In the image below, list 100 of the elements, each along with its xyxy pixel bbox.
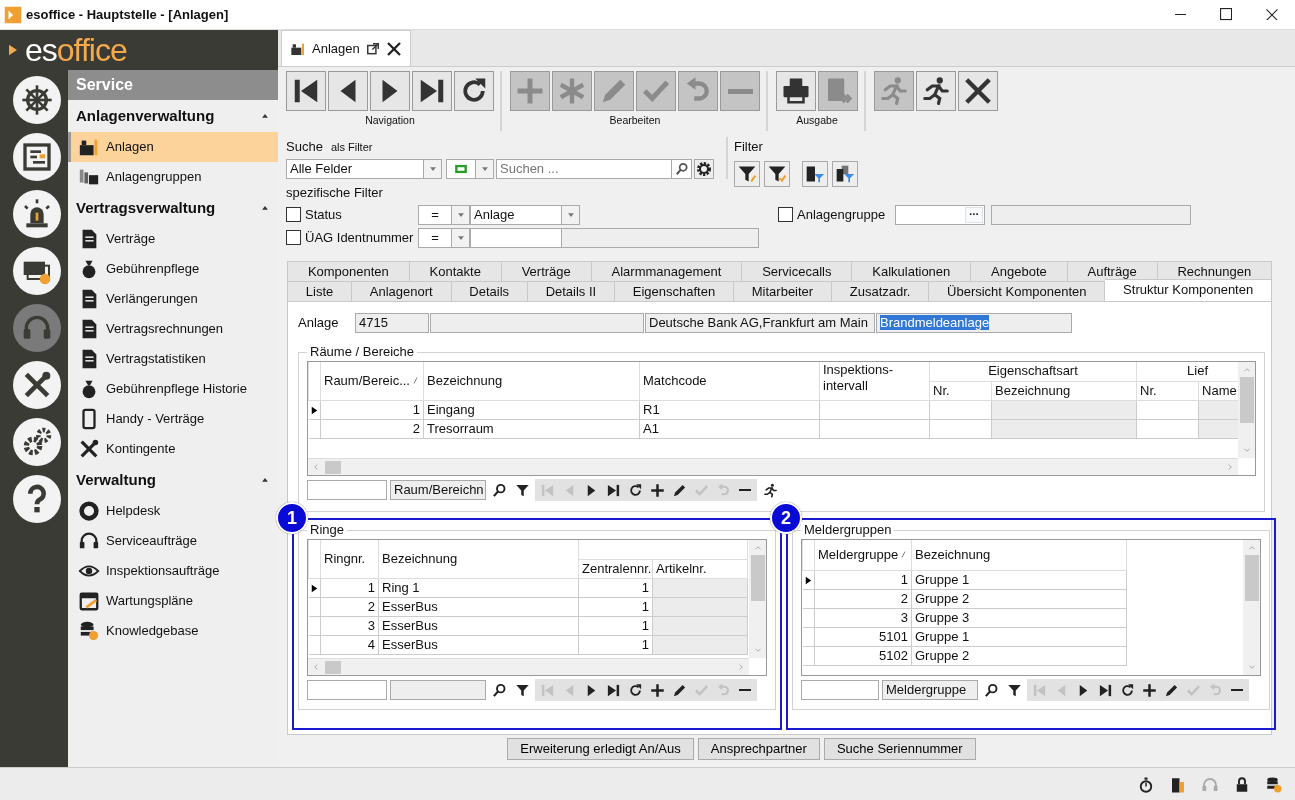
sidebar-item[interactable]: Helpdesk [68,496,278,526]
print-button[interactable] [776,71,816,111]
sidebar-item[interactable]: Vertragstatistiken [68,344,278,374]
building-icon[interactable] [1169,776,1187,794]
field-select[interactable]: Meldergruppe [882,680,978,700]
building-filter-button[interactable] [802,160,828,187]
checkbox[interactable] [286,230,301,245]
rail-button[interactable] [12,247,61,295]
column-header[interactable]: Zentralennr. [578,559,653,578]
column-header[interactable]: Bezeichnung [378,540,579,578]
rail-button[interactable] [12,76,61,124]
vertical-scrollbar[interactable] [749,540,766,658]
tab[interactable]: Struktur Komponenten [1105,279,1272,301]
last-record-button[interactable] [412,71,452,111]
sidebar-item[interactable]: Inspektionsaufträge [68,556,278,586]
scrollbar-thumb[interactable] [325,660,341,674]
tab[interactable]: Anlagenort [352,281,452,301]
search-field[interactable]: Suchen ... [496,158,672,179]
checkbox[interactable] [778,207,793,222]
value-field[interactable] [470,227,562,248]
tab[interactable]: Aufträge [1067,261,1158,281]
search-field[interactable] [307,480,387,500]
rail-button[interactable] [12,190,61,238]
column-header[interactable]: Inspektions-intervall [819,362,930,400]
tab[interactable]: Angebote [971,261,1068,281]
popout-icon[interactable] [365,41,380,56]
tab[interactable]: Übersicht Komponenten [929,281,1106,301]
value-field[interactable] [561,227,759,248]
edit-filter-button[interactable] [734,160,760,187]
rail-button[interactable] [12,475,61,523]
vertical-scrollbar[interactable] [1243,540,1260,675]
tab[interactable]: Eigenschaften [615,281,734,301]
column-header[interactable]: Nr. [929,381,992,400]
field-select[interactable]: Raum/Bereichn [390,480,486,500]
value-select[interactable]: Anlage [470,204,562,225]
scrollbar-thumb[interactable] [325,460,341,474]
sidebar-item[interactable]: Verlängerungen [68,284,278,314]
tab[interactable]: Mitarbeiter [734,281,832,301]
column-header[interactable]: Ringnr. [320,540,379,578]
action-button[interactable]: Suche Seriennummer [823,738,976,760]
sidebar-item[interactable]: Vertragsrechnungen [68,314,278,344]
previous-record-button[interactable] [328,71,368,111]
tab[interactable]: Komponenten [287,261,410,281]
apply-filter-button[interactable] [764,160,790,187]
column-header[interactable]: Matchcode [639,362,820,400]
sidebar-item[interactable]: Kontingente [68,434,278,464]
sidebar-item[interactable]: Serviceaufträge [68,526,278,556]
horizontal-scrollbar[interactable] [308,458,1238,475]
tab[interactable]: Kontakte [409,261,502,281]
sidebar-item[interactable]: Gebührenpflege [68,254,278,284]
action-button[interactable]: Erweiterung erledigt An/Aus [507,738,694,760]
horizontal-scrollbar[interactable] [308,658,749,675]
sidebar-item[interactable]: Anlagengruppen [68,162,278,192]
scrollbar-thumb[interactable] [1239,377,1254,423]
tab[interactable]: Kalkulationen [852,261,972,281]
stopwatch-icon[interactable] [1137,776,1155,794]
sidebar-item[interactable]: Anlagen [68,132,278,162]
sidebar-item[interactable]: Knowledgebase [68,616,278,646]
tab[interactable]: Details II [527,281,615,301]
field-select[interactable]: Alle Felder [286,158,424,179]
rail-button[interactable] [12,133,61,181]
operator-select[interactable]: = [418,227,452,248]
sidebar-item[interactable]: Verträge [68,224,278,254]
next-record-button[interactable] [370,71,410,111]
checkbox[interactable] [286,207,301,222]
format-select[interactable] [446,158,476,179]
tab[interactable]: Alarmmanagement [591,261,743,281]
tab[interactable]: Verträge [501,261,592,281]
refresh-button[interactable] [454,71,494,111]
column-header[interactable]: Bezeichnung [911,540,1127,570]
column-header[interactable]: Nr. [1136,381,1199,400]
database-icon[interactable] [1265,776,1283,794]
browse-button[interactable]: ··· [965,206,984,223]
search-button[interactable] [672,158,692,179]
column-header[interactable]: Bezeichnung [991,381,1137,400]
tab[interactable]: Zusatzadr. [832,281,930,301]
action-button[interactable]: Ansprechpartner [697,738,820,760]
first-record-button[interactable] [286,71,326,111]
run-button[interactable] [916,71,956,111]
buildings-filter-button[interactable] [832,160,858,187]
group-field[interactable]: ··· [895,204,986,225]
column-header[interactable]: Bezeichnung [423,362,640,400]
operator-select[interactable]: = [418,204,452,225]
vertical-scrollbar[interactable] [1238,362,1255,458]
sidebar-item[interactable]: Gebührenpflege Historie [68,374,278,404]
tab[interactable]: Liste [287,281,353,301]
rail-button[interactable] [12,418,61,466]
field-select[interactable] [390,680,486,700]
close-button[interactable] [958,71,998,111]
sidebar-item[interactable]: Handy - Verträge [68,404,278,434]
rail-button[interactable] [12,361,61,409]
tab[interactable]: Details [451,281,528,301]
search-field[interactable] [307,680,387,700]
scrollbar-thumb[interactable] [1244,555,1259,601]
close-icon[interactable] [385,40,402,57]
scrollbar-thumb[interactable] [750,555,765,601]
tab[interactable]: Servicecalls [742,261,853,281]
settings-button[interactable] [694,158,714,179]
column-header[interactable]: Artikelnr. [652,559,748,578]
sidebar-item[interactable]: Wartungspläne [68,586,278,616]
